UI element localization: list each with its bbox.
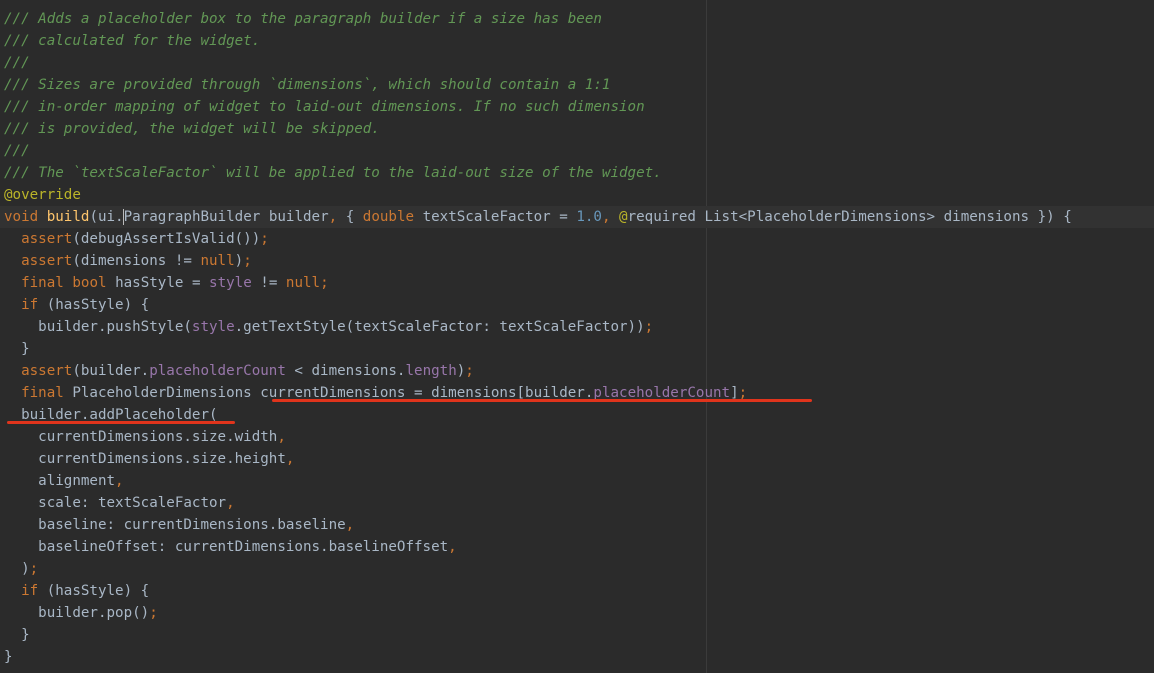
code-line[interactable]: baselineOffset: currentDimensions.baseli… [4, 536, 1154, 558]
code-line[interactable]: /// [4, 52, 1154, 74]
code-line[interactable]: if (hasStyle) { [4, 294, 1154, 316]
code-line[interactable]: /// calculated for the widget. [4, 30, 1154, 52]
code-line[interactable]: assert(debugAssertIsValid()); [4, 228, 1154, 250]
code-line[interactable]: assert(builder.placeholderCount < dimens… [4, 360, 1154, 382]
code-line[interactable]: final bool hasStyle = style != null; [4, 272, 1154, 294]
code-line[interactable]: ); [4, 558, 1154, 580]
code-editor[interactable]: /// Adds a placeholder box to the paragr… [0, 0, 1154, 673]
code-line[interactable]: } [4, 646, 1154, 668]
code-line[interactable]: @override [4, 184, 1154, 206]
annotation-underline-add-placeholder [7, 421, 235, 424]
code-line[interactable]: assert(dimensions != null); [4, 250, 1154, 272]
code-line[interactable]: baseline: currentDimensions.baseline, [4, 514, 1154, 536]
code-line[interactable]: /// [4, 140, 1154, 162]
code-line[interactable]: } [4, 624, 1154, 646]
code-line[interactable]: builder.pop(); [4, 602, 1154, 624]
code-line[interactable]: alignment, [4, 470, 1154, 492]
code-area[interactable]: /// Adds a placeholder box to the paragr… [0, 8, 1154, 668]
code-line[interactable]: /// is provided, the widget will be skip… [4, 118, 1154, 140]
code-line[interactable]: scale: textScaleFactor, [4, 492, 1154, 514]
code-line[interactable]: currentDimensions.size.width, [4, 426, 1154, 448]
code-line[interactable]: builder.pushStyle(style.getTextStyle(tex… [4, 316, 1154, 338]
code-line[interactable]: /// Sizes are provided through `dimensio… [4, 74, 1154, 96]
code-line[interactable]: void build(ui.ParagraphBuilder builder, … [0, 206, 1154, 228]
text-caret [123, 209, 125, 225]
annotation-underline-current-dimensions [272, 399, 812, 402]
code-line[interactable]: } [4, 338, 1154, 360]
code-line[interactable]: /// Adds a placeholder box to the paragr… [4, 8, 1154, 30]
code-line[interactable]: /// in-order mapping of widget to laid-o… [4, 96, 1154, 118]
code-line[interactable]: if (hasStyle) { [4, 580, 1154, 602]
code-line[interactable]: currentDimensions.size.height, [4, 448, 1154, 470]
code-line[interactable]: /// The `textScaleFactor` will be applie… [4, 162, 1154, 184]
